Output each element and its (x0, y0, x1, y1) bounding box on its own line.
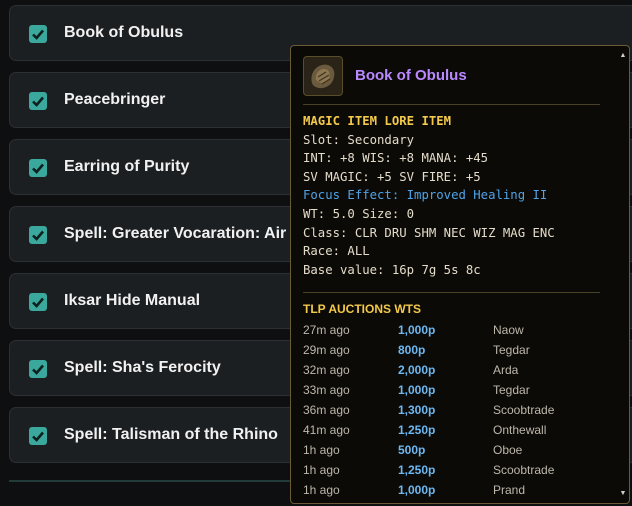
auction-time: 27m ago (303, 323, 350, 337)
lore-class: Class: CLR DRU SHM NEC WIZ MAG ENC (303, 225, 555, 240)
checkbox[interactable] (29, 360, 47, 378)
auction-price: 2,000p (398, 363, 436, 377)
auction-seller: Scoobtrade (493, 463, 555, 477)
checkmark-icon (32, 364, 44, 375)
list-item-label: Book of Obulus (64, 24, 184, 41)
lore-race: Race: ALL (303, 244, 370, 259)
auction-time: 36m ago (303, 403, 350, 417)
auction-time: 41m ago (303, 423, 350, 437)
auction-row: 1h ago 1,250p Scoobtrade (303, 460, 603, 480)
checkmark-icon (32, 431, 44, 442)
auction-time: 29m ago (303, 343, 350, 357)
auction-time: 32m ago (303, 363, 350, 377)
auction-price: 1,300p (398, 403, 436, 417)
auction-price: 1,000p (398, 483, 436, 497)
auction-time: 1h ago (303, 463, 340, 477)
divider (303, 292, 600, 293)
auction-seller: Scoobtrade (493, 403, 555, 417)
auction-seller: Tegdar (493, 383, 530, 397)
lore-weight: WT: 5.0 Size: 0 (303, 206, 415, 221)
divider (9, 480, 299, 482)
list-item-label: Spell: Greater Vocaration: Air (64, 225, 287, 242)
auction-price: 1,250p (398, 423, 436, 437)
auctions-list: 27m ago 1,000p Naow 29m ago 800p Tegdar … (303, 320, 603, 500)
checkmark-icon (32, 297, 44, 308)
checkmark-icon (32, 230, 44, 241)
list-item-label: Spell: Talisman of the Rhino (64, 426, 278, 443)
list-item-label: Peacebringer (64, 91, 166, 108)
auction-row: 27m ago 1,000p Naow (303, 320, 603, 340)
auction-price: 1,000p (398, 323, 436, 337)
auction-row: 32m ago 2,000p Arda (303, 360, 603, 380)
lore-stats: INT: +8 WIS: +8 MANA: +45 (303, 151, 489, 166)
checkmark-icon (32, 29, 44, 40)
checkbox[interactable] (29, 226, 47, 244)
auction-row: 36m ago 1,300p Scoobtrade (303, 400, 603, 420)
book-icon (303, 56, 343, 96)
lore-header: MAGIC ITEM LORE ITEM (303, 114, 452, 128)
divider (303, 104, 600, 105)
auction-price: 800p (398, 343, 426, 357)
auction-row: 41m ago 1,250p Onthewall (303, 420, 603, 440)
auction-seller: Tegdar (493, 343, 530, 357)
auctions-title: TLP AUCTIONS WTS (303, 302, 421, 316)
auction-seller: Onthewall (493, 423, 547, 437)
checkbox[interactable] (29, 25, 47, 43)
auction-seller: Oboe (493, 443, 523, 457)
auction-time: 1h ago (303, 483, 340, 497)
scrollbar[interactable]: ▲ ▼ (619, 52, 627, 498)
checkmark-icon (32, 163, 44, 174)
checkmark-icon (32, 96, 44, 107)
scroll-down-icon[interactable]: ▼ (619, 490, 627, 498)
scroll-up-icon[interactable]: ▲ (619, 52, 627, 60)
auction-price: 1,250p (398, 463, 436, 477)
auction-row: 29m ago 800p Tegdar (303, 340, 603, 360)
lore-value: Base value: 16p 7g 5s 8c (303, 262, 481, 277)
lore-slot: Slot: Secondary (303, 132, 415, 147)
list-item-label: Iksar Hide Manual (64, 292, 201, 309)
tooltip-title: Book of Obulus (355, 67, 467, 84)
auction-row: 33m ago 1,000p Tegdar (303, 380, 603, 400)
auction-seller: Naow (493, 323, 524, 337)
auction-time: 1h ago (303, 443, 340, 457)
lore-focus: Focus Effect: Improved Healing II (303, 188, 548, 203)
auction-price: 500p (398, 443, 426, 457)
auction-seller: Arda (493, 363, 519, 377)
list-item-label: Spell: Sha's Ferocity (64, 359, 221, 376)
list-item-label: Earring of Purity (64, 158, 190, 175)
checkbox[interactable] (29, 427, 47, 445)
lore-block: MAGIC ITEM LORE ITEM Slot: Secondary INT… (303, 112, 608, 279)
auction-seller: Prand (493, 483, 526, 497)
tooltip-header: Book of Obulus (303, 56, 603, 96)
auction-row: 1h ago 1,000p Prand (303, 480, 603, 500)
lore-saves: SV MAGIC: +5 SV FIRE: +5 (303, 169, 481, 184)
auction-time: 33m ago (303, 383, 350, 397)
item-tooltip: Book of Obulus MAGIC ITEM LORE ITEM Slot… (290, 45, 630, 504)
auction-row: 1h ago 500p Oboe (303, 440, 603, 460)
auction-price: 1,000p (398, 383, 436, 397)
checkbox[interactable] (29, 159, 47, 177)
checkbox[interactable] (29, 293, 47, 311)
checkbox[interactable] (29, 92, 47, 110)
